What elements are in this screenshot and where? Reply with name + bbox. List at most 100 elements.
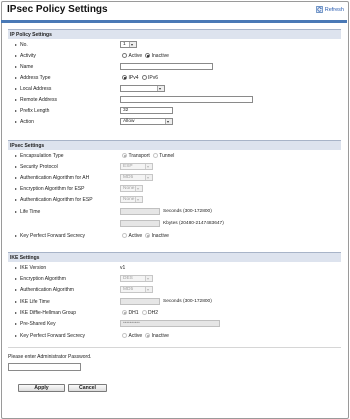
- action-select[interactable]: Allow: [120, 118, 173, 125]
- local-address-label: Local Address: [20, 85, 52, 92]
- auth-esp-value: None: [123, 197, 135, 202]
- security-protocol-label: Security Protocol: [20, 163, 58, 170]
- ipsec-pfs-inactive-radio[interactable]: [145, 233, 151, 238]
- title-rule: [1, 20, 347, 23]
- chevron-down-icon: [135, 197, 142, 202]
- page-title: IPsec Policy Settings: [7, 4, 108, 15]
- ipsec-heading: IPsec Settings: [8, 140, 341, 150]
- prefix-length-label: Prefix Length: [20, 107, 50, 114]
- dh1-radio[interactable]: [122, 310, 127, 315]
- cancel-button[interactable]: Cancel: [68, 384, 107, 392]
- psk-input[interactable]: ••••••••••: [120, 320, 220, 327]
- bullet-icon: [15, 198, 17, 201]
- dh2-radio[interactable]: [141, 310, 147, 315]
- ike-enc-select[interactable]: DES: [120, 275, 153, 282]
- bullet-icon: [15, 210, 17, 213]
- ipv4-radio[interactable]: [122, 75, 127, 80]
- ike-life-time-label: IKE Life Time: [20, 298, 50, 305]
- ike-dh-label: IKE Diffie-Hellman Group: [20, 309, 77, 316]
- ike-auth-value: MD5: [123, 287, 134, 292]
- ipsec-pfs-active-radio[interactable]: [122, 233, 127, 238]
- ike-pfs-inactive-radio[interactable]: [145, 333, 151, 338]
- activity-inactive-label: Inactive: [151, 52, 169, 59]
- ipv4-label: IPv4: [128, 74, 139, 81]
- transport-radio[interactable]: [122, 153, 127, 158]
- auth-ah-value: MD5: [123, 175, 134, 180]
- bullet-icon: [15, 322, 17, 325]
- no-select[interactable]: 1: [120, 41, 137, 48]
- tunnel-radio[interactable]: [152, 153, 158, 158]
- remote-address-label: Remote Address: [20, 96, 57, 103]
- bullet-icon: [15, 65, 17, 68]
- chevron-down-icon: [157, 86, 164, 91]
- row-no: No.: [15, 40, 110, 49]
- ike-version-value: v1: [120, 264, 126, 271]
- dh2-label: DH2: [148, 309, 159, 316]
- ipv6-radio[interactable]: [141, 75, 147, 80]
- activity-active-radio[interactable]: [122, 53, 127, 58]
- ipsec-pfs-active-label: Active: [128, 232, 143, 239]
- no-select-value: 1: [123, 42, 126, 47]
- row-life-time: Life Time: [15, 207, 110, 216]
- auth-ah-select[interactable]: MD5: [120, 174, 153, 181]
- activity-inactive-radio[interactable]: [145, 53, 151, 58]
- row-local-address: Local Address: [15, 84, 110, 93]
- enc-esp-label: Encryption Algorithm for ESP: [20, 185, 85, 192]
- prefix-length-input[interactable]: 32: [120, 107, 173, 114]
- life-time-seconds-input[interactable]: [120, 208, 160, 215]
- row-encapsulation: Encapsulation Type: [15, 151, 110, 160]
- remote-address-input[interactable]: [120, 96, 253, 103]
- refresh-link[interactable]: Refresh: [315, 6, 344, 13]
- refresh-icon: [315, 6, 323, 13]
- dh1-label: DH1: [128, 309, 139, 316]
- row-ike-dh: IKE Diffie-Hellman Group: [15, 308, 110, 317]
- bullet-icon: [15, 300, 17, 303]
- security-protocol-select[interactable]: ESP: [120, 163, 153, 170]
- enc-esp-select[interactable]: None: [120, 185, 143, 192]
- chevron-down-icon: [165, 119, 172, 124]
- life-time-kbytes-input[interactable]: [120, 220, 160, 227]
- row-enc-esp: Encryption Algorithm for ESP: [15, 184, 110, 193]
- security-protocol-value: ESP: [123, 164, 133, 169]
- bullet-icon: [15, 120, 17, 123]
- row-prefix-length: Prefix Length: [15, 106, 110, 115]
- local-address-select[interactable]: [120, 85, 165, 92]
- action-select-value: Allow: [123, 119, 135, 124]
- enc-esp-value: None: [123, 186, 135, 191]
- row-auth-ah: Authentication Algorithm for AH: [15, 173, 110, 182]
- admin-prompt: Please enter Administrator Password.: [8, 354, 92, 360]
- ike-auth-label: Authentication Algorithm: [20, 286, 74, 293]
- apply-button[interactable]: Apply: [18, 384, 65, 392]
- bullet-icon: [15, 76, 17, 79]
- tunnel-label: Tunnel: [159, 152, 175, 159]
- auth-ah-label: Authentication Algorithm for AH: [20, 174, 90, 181]
- chevron-down-icon: [135, 186, 142, 191]
- bullet-icon: [15, 288, 17, 291]
- admin-password-input[interactable]: [8, 363, 81, 371]
- life-time-label: Life Time: [20, 208, 41, 215]
- ipv6-label: IPv6: [148, 74, 159, 81]
- bullet-icon: [15, 266, 17, 269]
- transport-label: Transport: [128, 152, 150, 159]
- ike-seconds-hint: Seconds (300-172800): [163, 299, 212, 304]
- row-auth-esp: Authentication Algorithm for ESP: [15, 195, 110, 204]
- ike-auth-select[interactable]: MD5: [120, 286, 153, 293]
- auth-esp-label: Authentication Algorithm for ESP: [20, 196, 93, 203]
- ike-enc-value: DES: [123, 276, 133, 281]
- activity-label: Activity: [20, 52, 36, 59]
- ike-pfs-active-radio[interactable]: [122, 333, 127, 338]
- action-label: Action: [20, 118, 34, 125]
- bullet-icon: [15, 334, 17, 337]
- name-input[interactable]: [120, 63, 213, 70]
- bullet-icon: [15, 154, 17, 157]
- row-address-type: Address Type: [15, 73, 110, 82]
- kbytes-hint: Kbytes (20480-2147483647): [163, 221, 224, 226]
- bullet-icon: [15, 87, 17, 90]
- auth-esp-select[interactable]: None: [120, 196, 143, 203]
- row-ike-version: IKE Version: [15, 263, 110, 272]
- seconds-hint: Seconds (300-172800): [163, 209, 212, 214]
- no-label: No.: [20, 41, 28, 48]
- row-action: Action: [15, 117, 110, 126]
- ike-life-time-input[interactable]: [120, 298, 160, 305]
- chevron-down-icon: [129, 42, 136, 47]
